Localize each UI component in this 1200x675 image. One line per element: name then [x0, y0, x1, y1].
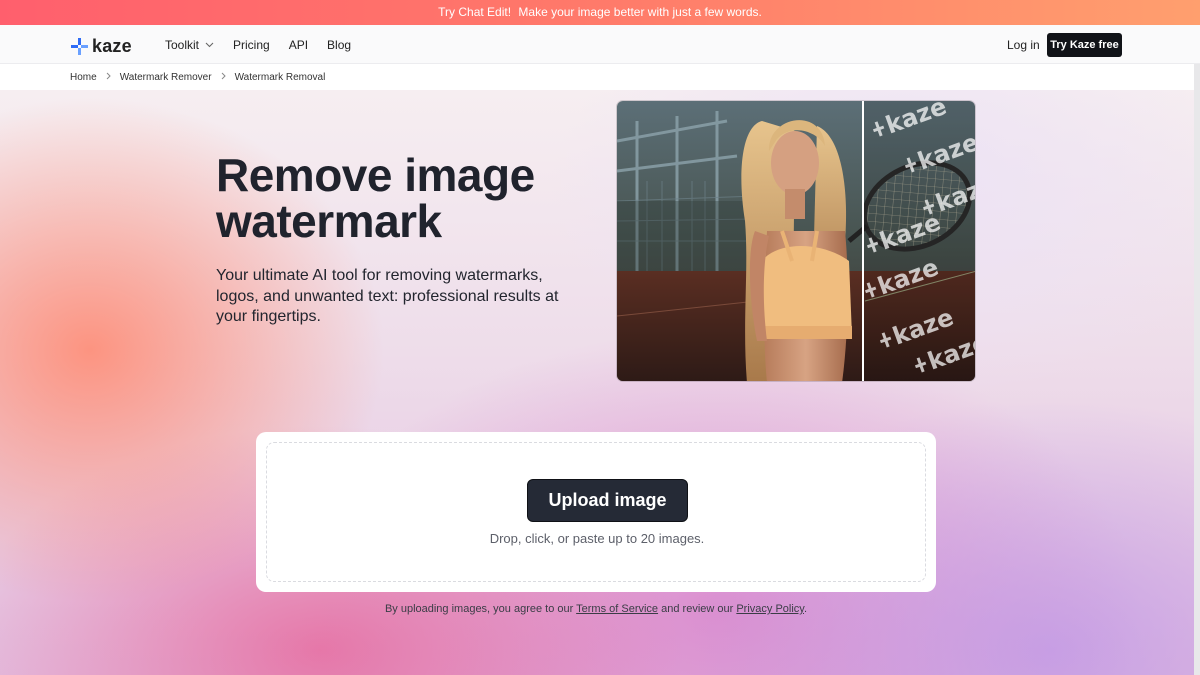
promo-link[interactable]: Try Chat Edit! — [438, 5, 511, 19]
nav-toolkit-label: Toolkit — [165, 37, 200, 52]
chevron-down-icon — [205, 40, 214, 50]
logo[interactable]: kaze — [71, 36, 132, 57]
terms-prefix: By uploading images, you agree to our — [384, 603, 574, 615]
nav-blog-label: Blog — [327, 37, 352, 52]
terms-suffix: . — [804, 603, 808, 615]
logo-text: kaze — [92, 36, 132, 56]
nav-pricing-label: Pricing — [233, 37, 270, 52]
main-nav: Toolkit Pricing API Blog — [165, 25, 370, 64]
page-subtitle: Your ultimate AI tool for removing water… — [216, 267, 559, 325]
promo-text: Make your image better with just a few w… — [518, 5, 762, 19]
nav-blog[interactable]: Blog — [327, 38, 351, 52]
terms-middle: and review our — [661, 603, 734, 615]
upload-dropzone[interactable]: Upload image Drop, click, or paste up to… — [266, 442, 926, 582]
breadcrumb-home[interactable]: Home — [70, 72, 97, 83]
privacy-policy-link[interactable]: Privacy Policy — [736, 603, 804, 615]
page-scrollbar[interactable] — [1194, 64, 1200, 675]
nav-toolkit[interactable]: Toolkit — [165, 38, 214, 52]
breadcrumb-watermark-remover[interactable]: Watermark Remover — [120, 72, 212, 83]
nav-api-label: API — [288, 37, 309, 52]
page-title: Remove image watermark — [216, 149, 535, 247]
chevron-right-icon — [221, 72, 226, 82]
nav-api[interactable]: API — [289, 38, 308, 52]
try-kaze-free-button[interactable]: Try Kaze free — [1047, 33, 1122, 57]
site-header: kaze Toolkit Pricing API Blog Log in Try… — [0, 25, 1200, 64]
upload-hint: Drop, click, or paste up to 20 images. — [489, 531, 705, 546]
kaze-plus-logo-icon — [71, 38, 88, 55]
upload-image-button[interactable]: Upload image — [527, 479, 688, 522]
chevron-right-icon — [106, 72, 111, 82]
terms-of-service-link[interactable]: Terms of Service — [576, 603, 658, 615]
promo-banner[interactable]: Try Chat Edit! Make your image better wi… — [0, 0, 1200, 25]
before-after-demo-image: kaze kaze kaze kaze kaze kaze kaze — [616, 100, 976, 382]
terms-notice: By uploading images, you agree to our Te… — [0, 603, 1192, 615]
nav-pricing[interactable]: Pricing — [233, 38, 270, 52]
login-link[interactable]: Log in — [1007, 38, 1040, 52]
breadcrumb-current: Watermark Removal — [234, 71, 326, 83]
upload-card: Upload image Drop, click, or paste up to… — [256, 432, 936, 592]
breadcrumb: Home Watermark Remover Watermark Removal — [0, 64, 1200, 90]
